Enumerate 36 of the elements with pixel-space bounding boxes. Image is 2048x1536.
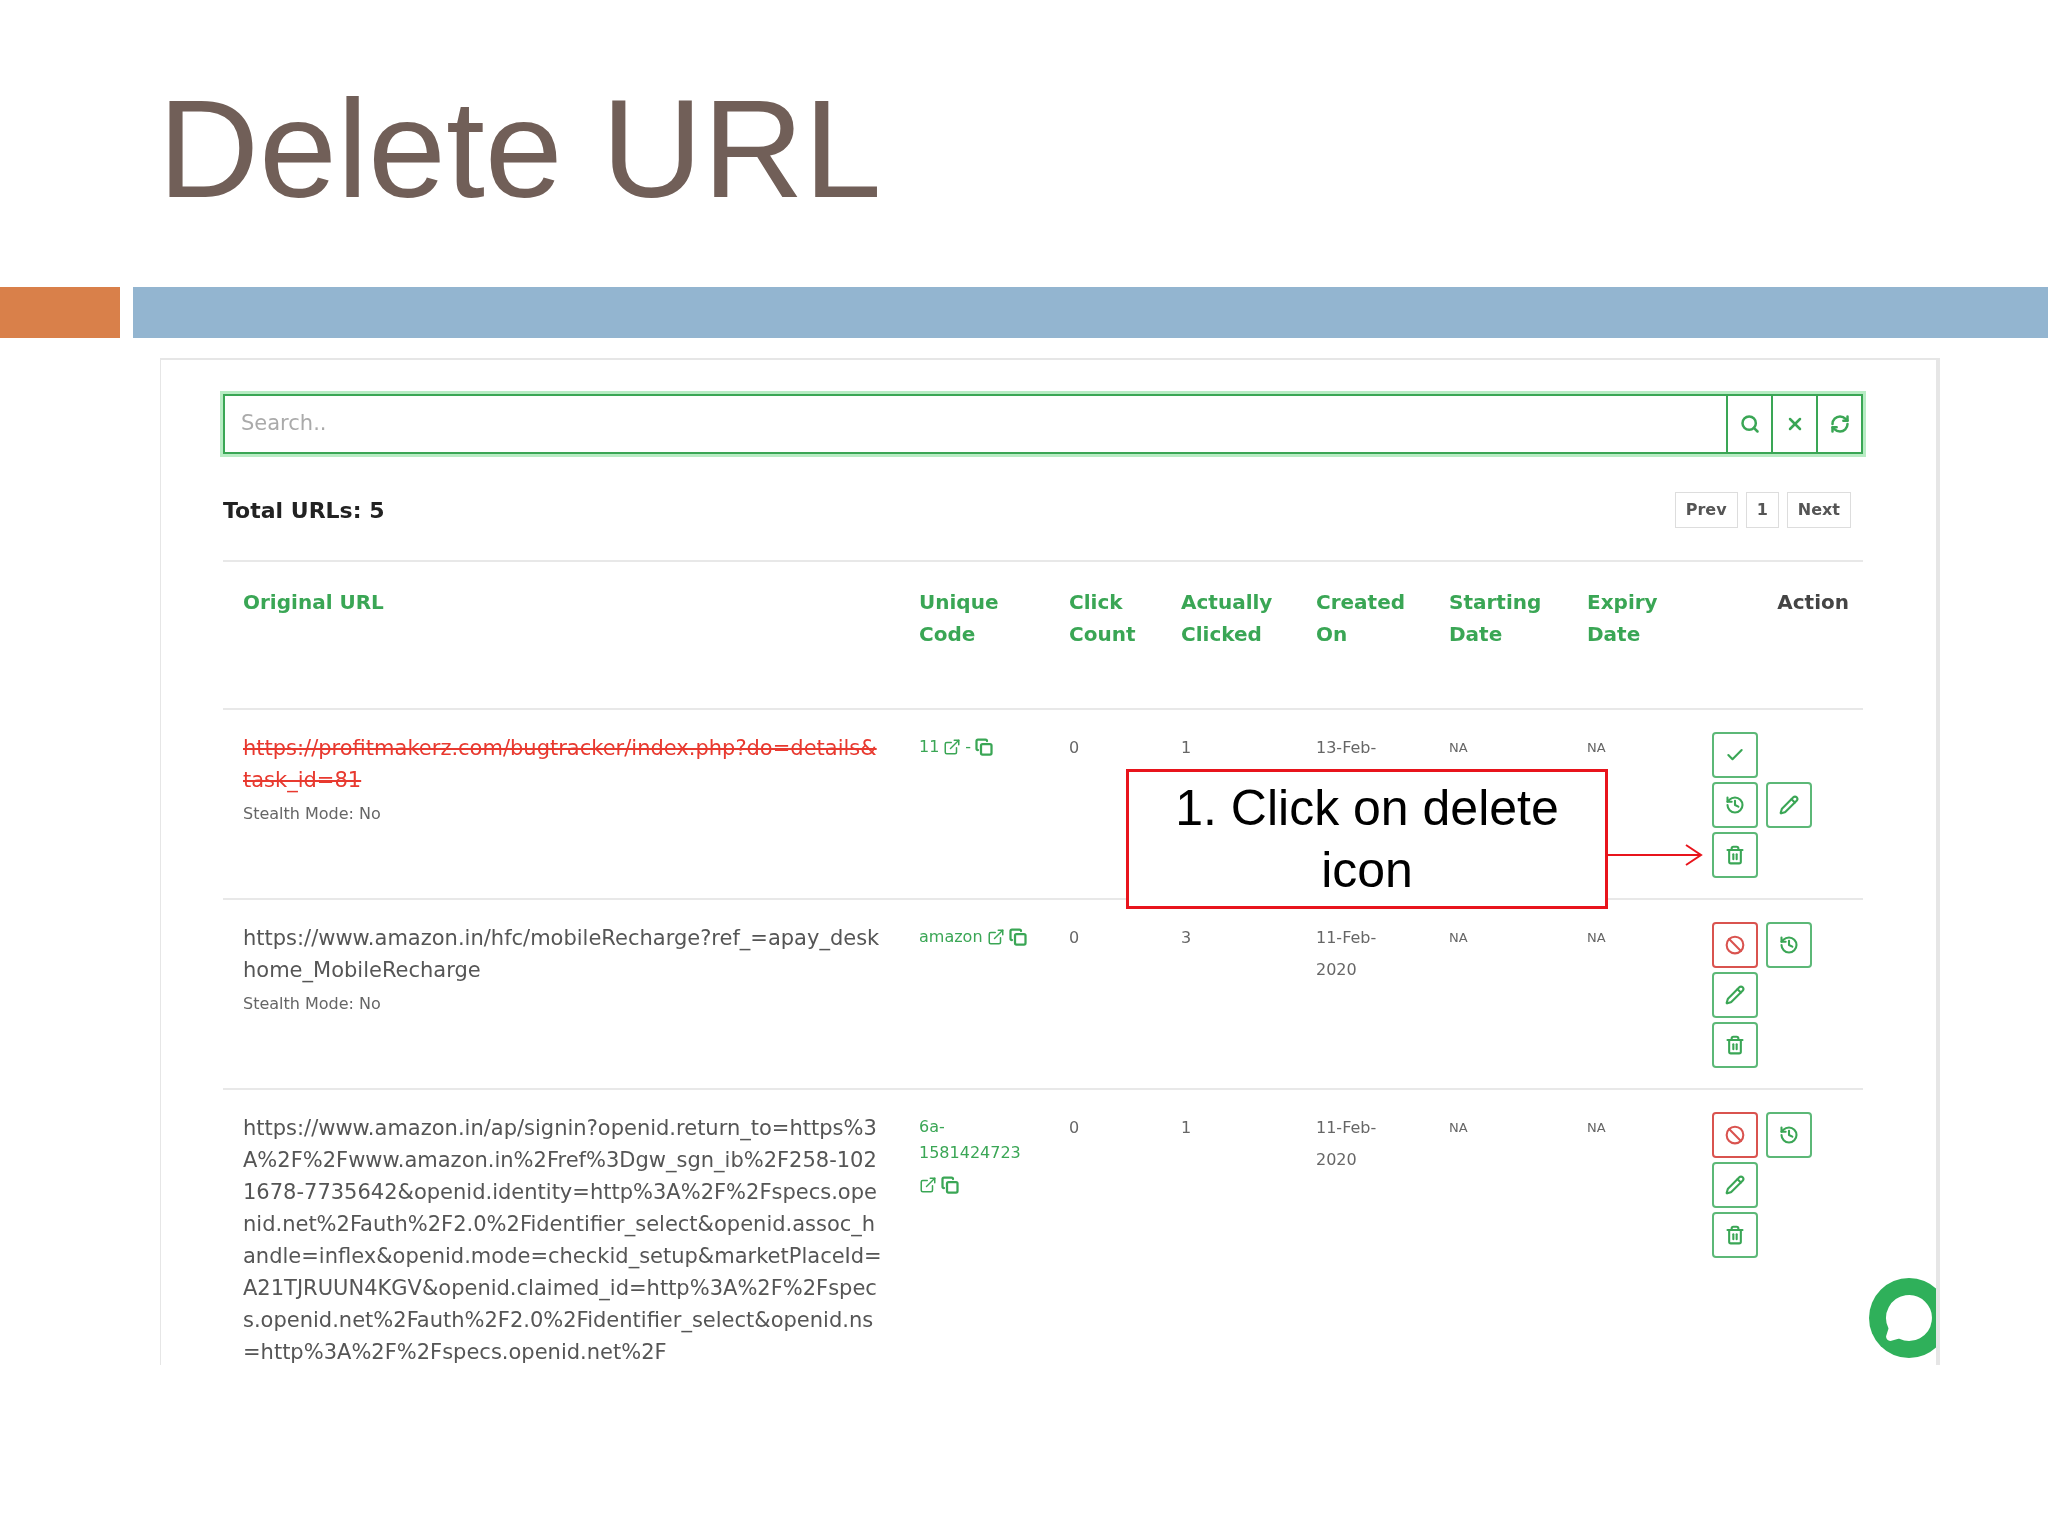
stealth-mode-text: Stealth Mode: No — [243, 803, 382, 825]
table-cell: 0 — [1069, 928, 1080, 947]
url-text: https://www.amazon.in/hfc/mobileRecharge?ref_=apay_deskhome_MobileRecharge — [243, 925, 881, 985]
table-cell: 0 — [1069, 1118, 1080, 1137]
table-cell: NA — [1587, 930, 1606, 945]
pagination-button[interactable]: Prev — [1674, 492, 1738, 528]
search-field[interactable]: Search.. — [223, 394, 1728, 454]
table-cell: NA — [1587, 1120, 1606, 1135]
column-header: Starting Date — [1449, 590, 1542, 646]
table-cell: 3 — [1181, 928, 1192, 947]
table-cell: NA — [1449, 930, 1468, 945]
url-text: https://www.amazon.in/ap/signin?openid.return_to=https%3A%2F%2Fwww.amazon.in%2Fref%3Dgw_sgn_ib%2F258-1021678-7735642&openid.identity=http%3A%2F%2Fspecs.openid.net%2Fauth%2F2.0%2Fidentifier_select&openid.assoc_handle=inflex&openid.mode=checkid_setup&marketPlaceId=A21TJRUUN4KGV&openid.claimed_id=http%3A%2F%2Fspecs.openid.net%2Fauth%2F2.0%2Fidentifier_select&openid.ns=http%3A%2F%2Fspecs.openid.net%2F — [243, 1115, 883, 1365]
total-count: Total URLs: 5 — [223, 496, 385, 525]
table-cell: 1 — [1181, 1118, 1192, 1137]
slide-title: Delete URL — [158, 78, 882, 219]
table-cell-text: 11-Feb-2020 — [1316, 927, 1378, 981]
column-header: Actually Clicked — [1181, 590, 1273, 646]
column-header: Action — [1777, 590, 1849, 614]
table-cell: NA — [1449, 1120, 1468, 1135]
separator-text: - — [965, 736, 972, 758]
table-cell: NA — [1587, 740, 1606, 755]
column-header: Click Count — [1069, 590, 1136, 646]
column-header: Unique Code — [919, 590, 999, 646]
stealth-mode-text: Stealth Mode: No — [243, 993, 382, 1015]
table-cell-text: 11-Feb-2020 — [1316, 1117, 1378, 1171]
pagination-button[interactable]: 1 — [1745, 492, 1779, 528]
column-header: Expiry Date — [1587, 590, 1658, 646]
column-header: Original URL — [243, 590, 384, 614]
callout-text: 1. Click on delete icon — [1174, 779, 1560, 900]
url-text: https://profitmakerz.com/bugtracker/index.php?do=details&task_id=81 — [243, 735, 878, 795]
table-cell: 0 — [1069, 738, 1080, 757]
column-header: Created On — [1316, 590, 1406, 646]
table-cell: 1 — [1181, 738, 1192, 757]
table-cell: NA — [1449, 740, 1468, 755]
table-cell-text: 13-Feb- — [1316, 737, 1378, 759]
pagination-button[interactable]: Next — [1786, 492, 1851, 528]
